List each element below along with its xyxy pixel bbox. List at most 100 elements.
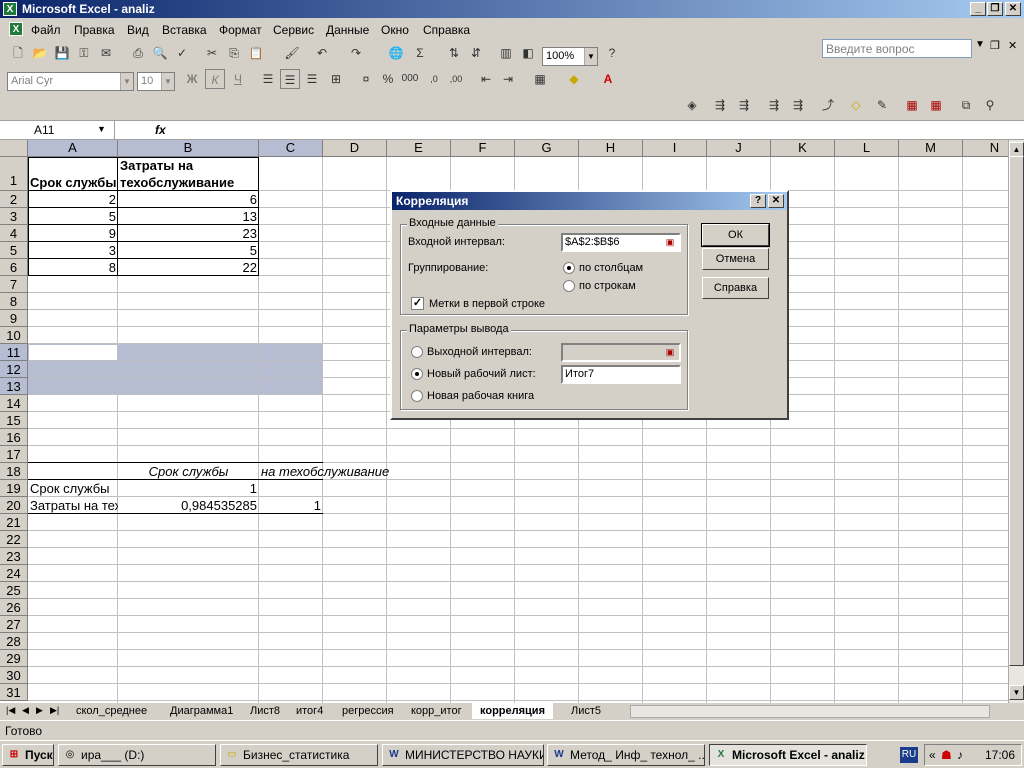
row-header[interactable]: 3 <box>0 208 28 225</box>
volume-icon[interactable]: ♪ <box>957 748 963 762</box>
row-header[interactable]: 7 <box>0 276 28 293</box>
row-header[interactable]: 23 <box>0 548 28 565</box>
font-size-select[interactable]: 10 ▼ <box>137 72 175 91</box>
menu-format[interactable]: Формат <box>219 23 262 37</box>
row-header[interactable]: 19 <box>0 480 28 497</box>
audit-icon[interactable]: ◈ <box>682 95 702 115</box>
cell-a20[interactable]: Затраты на тех <box>28 497 118 514</box>
cell-a-value[interactable]: 5 <box>28 208 118 225</box>
row-header[interactable]: 17 <box>0 446 28 463</box>
row-header[interactable]: 21 <box>0 514 28 531</box>
row-header[interactable]: 5 <box>0 242 28 259</box>
input-range-field[interactable]: $A$2:$B$6 ▣ <box>561 233 681 252</box>
column-header[interactable]: I <box>643 140 707 157</box>
row-header[interactable]: 22 <box>0 531 28 548</box>
horizontal-scrollbar[interactable] <box>630 705 990 718</box>
cell-a-value[interactable]: 3 <box>28 242 118 259</box>
cell-b-value[interactable]: 13 <box>118 208 259 225</box>
by-columns-radio[interactable] <box>563 262 575 274</box>
name-box-chevron-down-icon[interactable]: ▼ <box>97 124 106 134</box>
menu-help[interactable]: Справка <box>423 23 470 37</box>
column-header[interactable]: H <box>579 140 643 157</box>
align-left-icon[interactable]: ☰ <box>258 69 278 89</box>
new-sheet-radio[interactable] <box>411 368 423 380</box>
column-header[interactable]: J <box>707 140 771 157</box>
sort-asc-icon[interactable]: ⇅ <box>444 43 464 63</box>
sheet-tab[interactable]: Лист8 <box>242 703 288 719</box>
row-header[interactable]: 15 <box>0 412 28 429</box>
active-cell[interactable] <box>29 345 117 360</box>
help-button[interactable]: Справка <box>702 277 769 299</box>
menu-view[interactable]: Вид <box>127 23 149 37</box>
column-header[interactable]: N <box>963 140 1010 157</box>
dialog-help-icon[interactable]: ? <box>750 194 766 208</box>
cell-a19[interactable]: Срок службы <box>28 480 118 497</box>
new-sheet-name-input[interactable]: Итог7 <box>561 365 681 384</box>
sheet-tab[interactable]: Диаграмма1 <box>162 703 241 719</box>
row-header[interactable]: 20 <box>0 497 28 514</box>
trace-dependents-icon[interactable]: ⇶ <box>764 95 784 115</box>
column-header[interactable]: M <box>899 140 963 157</box>
dialog-close-icon[interactable]: ✕ <box>768 194 784 208</box>
menu-data[interactable]: Данные <box>326 23 369 37</box>
sheet-tab[interactable]: итог4 <box>288 703 331 719</box>
email-icon[interactable]: ✉ <box>96 43 116 63</box>
by-rows-label[interactable]: по строкам <box>579 280 636 292</box>
column-header[interactable]: C <box>259 140 323 157</box>
row-header[interactable]: 10 <box>0 327 28 344</box>
row-header[interactable]: 8 <box>0 293 28 310</box>
new-icon[interactable]: 🗋 <box>8 43 28 63</box>
format-painter-icon[interactable]: 🖌 <box>282 43 302 63</box>
hyperlink-icon[interactable]: 🌐 <box>386 43 406 63</box>
restore-icon[interactable]: ❐ <box>987 2 1003 16</box>
save-icon[interactable]: 💾 <box>52 43 72 63</box>
scroll-up-icon[interactable]: ▲ <box>1009 142 1024 157</box>
output-range-field[interactable]: ▣ <box>561 343 681 362</box>
function-icon[interactable]: fx <box>155 123 166 137</box>
chevron-down-icon[interactable]: ▼ <box>120 73 133 90</box>
tray-app-icon[interactable]: ☗ <box>941 748 952 762</box>
cut-icon[interactable]: ✂ <box>202 43 222 63</box>
row-header[interactable]: 27 <box>0 616 28 633</box>
row-header[interactable]: 24 <box>0 565 28 582</box>
new-book-label[interactable]: Новая рабочая книга <box>427 390 534 402</box>
start-button[interactable]: ⊞ Пуск <box>2 744 54 766</box>
prev-sheet-icon[interactable]: ◀ <box>22 705 29 716</box>
taskbar-item-active[interactable]: X Microsoft Excel - analiz <box>709 744 867 766</box>
labels-first-row-label[interactable]: Метки в первой строке <box>429 298 545 310</box>
last-sheet-icon[interactable]: ▶| <box>50 705 59 716</box>
percent-icon[interactable]: % <box>378 69 398 89</box>
currency-icon[interactable]: ¤ <box>356 69 376 89</box>
cell-a1[interactable]: Срок службы <box>28 157 118 191</box>
workbook-icon[interactable]: X <box>9 22 23 36</box>
row-header[interactable]: 1 <box>0 157 28 191</box>
align-center-icon[interactable]: ☰ <box>280 69 300 89</box>
cell-c20[interactable]: 1 <box>259 497 323 514</box>
align-right-icon[interactable]: ☰ <box>302 69 322 89</box>
taskbar-item[interactable]: ◎ ира___ (D:) <box>58 744 216 766</box>
remove-precedents-icon[interactable]: ⇶ <box>734 95 754 115</box>
trace-error-icon[interactable]: ◇ <box>846 95 866 115</box>
cell-b-value[interactable]: 23 <box>118 225 259 242</box>
paste-icon[interactable]: 📋 <box>246 43 266 63</box>
column-header[interactable]: B <box>118 140 259 157</box>
chevron-down-icon[interactable]: ▼ <box>584 48 597 65</box>
cell-b20[interactable]: 0,984535285 <box>118 497 259 514</box>
column-header[interactable]: G <box>515 140 579 157</box>
row-header[interactable]: 30 <box>0 667 28 684</box>
row-header[interactable]: 14 <box>0 395 28 412</box>
column-header[interactable]: D <box>323 140 387 157</box>
collapse-dialog-icon[interactable]: ▣ <box>662 346 678 359</box>
minimize-icon[interactable]: _ <box>970 2 986 16</box>
column-header[interactable]: A <box>28 140 118 157</box>
excel-icon[interactable]: X <box>3 2 17 16</box>
cell-b-value[interactable]: 6 <box>118 191 259 208</box>
sheet-tab-active[interactable]: корреляция <box>472 703 553 719</box>
cancel-button[interactable]: Отмена <box>702 248 769 270</box>
sheet-tab[interactable]: скол_среднее <box>68 703 155 719</box>
column-header[interactable]: L <box>835 140 899 157</box>
undo-icon[interactable]: ↶ <box>312 43 332 63</box>
chevron-down-icon[interactable]: ▼ <box>161 73 174 90</box>
redo-icon[interactable]: ↷ <box>346 43 366 63</box>
increase-indent-icon[interactable]: ⇥ <box>498 69 518 89</box>
